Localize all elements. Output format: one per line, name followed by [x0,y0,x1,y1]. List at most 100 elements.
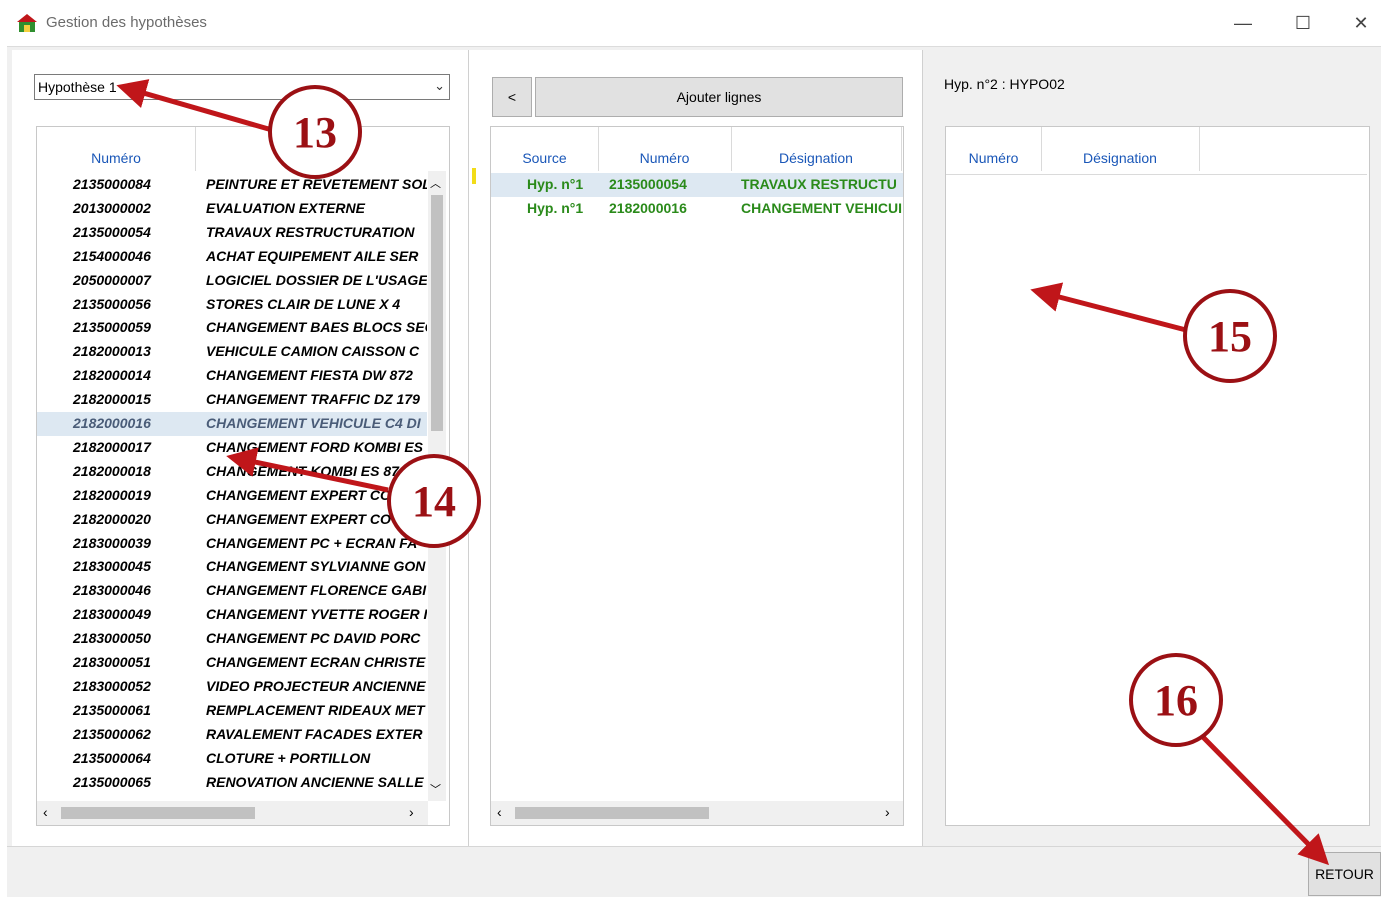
cell-designation: LOGICIEL DOSSIER DE L'USAGE [206,271,427,288]
column-header-designation[interactable]: Désignation [1041,127,1200,171]
scroll-thumb[interactable] [431,195,443,431]
table-row[interactable]: 2182000018 CHANGEMENT KOMBI ES 87 [37,460,427,484]
scroll-right-icon[interactable]: › [885,804,890,820]
cell-designation: CHANGEMENT TRAFFIC DZ 179 [206,391,420,408]
table-row[interactable]: 2050000007 LOGICIEL DOSSIER DE L'USAGE [37,269,427,293]
hypothesis-heading: Hyp. n°2 : HYPO02 [944,76,1065,92]
cell-numero: 2135000064 [73,749,151,766]
table-row[interactable]: 2183000046 CHANGEMENT FLORENCE GABI [37,579,427,603]
table-row[interactable]: 2013000002 EVALUATION EXTERNE [37,197,427,221]
chevron-down-icon[interactable]: ⌄ [434,78,445,94]
cell-numero: 2182000014 [73,367,151,384]
cell-numero: 2135000065 [73,773,151,790]
horizontal-scrollbar[interactable]: ‹ › [37,801,428,825]
cell-designation: CHANGEMENT SYLVIANNE GON [206,558,426,575]
table-row[interactable]: 2182000016 CHANGEMENT VEHICULE C4 DI [37,412,427,436]
cell-designation: RAVALEMENT FACADES EXTER [206,725,423,742]
close-button[interactable]: ✕ [1341,8,1381,38]
cell-designation: CHANGEMENT EXPERT CO [206,510,391,527]
h-scroll-thumb[interactable] [61,807,255,819]
column-header-numero[interactable]: Numéro [946,127,1042,171]
cell-numero: 2135000054 [73,223,151,240]
header-divider [946,174,1367,175]
table-row[interactable]: 2182000017 CHANGEMENT FORD KOMBI ES [37,436,427,460]
scroll-down-icon[interactable]: ﹀ [430,781,441,797]
hypothesis-select[interactable]: Hypothèse 1 ⌄ [34,74,450,100]
table-row[interactable]: 2135000064 CLOTURE + PORTILLON [37,747,427,771]
cell-numero: 2135000059 [73,319,151,336]
cell-numero: 2182000016 [609,200,687,216]
table-row[interactable]: 2135000056 STORES CLAIR DE LUNE X 4 [37,293,427,317]
table-row[interactable]: 2182000020 CHANGEMENT EXPERT CO [37,508,427,532]
cell-designation: CHANGEMENT VEHICUI [741,200,903,216]
table-row[interactable]: 2183000050 CHANGEMENT PC DAVID PORC [37,627,427,651]
retour-button[interactable]: RETOUR [1308,852,1381,896]
table-row[interactable]: 2135000084 PEINTURE ET REVETEMENT SOL [37,173,427,197]
table-row[interactable]: 2182000014 CHANGEMENT FIESTA DW 872 [37,364,427,388]
maximize-button[interactable]: ☐ [1283,8,1323,38]
scroll-up-icon[interactable]: ︿ [430,175,441,191]
table-row[interactable]: 2183000039 CHANGEMENT PC + ECRAN FA [37,532,427,556]
table-row[interactable]: 2135000061 REMPLACEMENT RIDEAUX MET [37,699,427,723]
column-header-source[interactable]: Source [491,127,599,171]
table-row[interactable]: 2183000045 CHANGEMENT SYLVIANNE GON [37,555,427,579]
cell-designation: VIDEO PROJECTEUR ANCIENNE [206,677,426,694]
cell-numero: 2183000039 [73,534,151,551]
middle-grid: Source Numéro Désignation Hyp. n°1 213500… [490,126,904,826]
cell-numero: 2183000051 [73,654,151,670]
right-grid: Numéro Désignation [945,126,1370,826]
cell-designation: CHANGEMENT FIESTA DW 872 [206,367,413,384]
column-header-designation[interactable]: Désignation [731,127,902,171]
cell-numero: 2154000046 [73,247,151,264]
cell-designation: VEHICULE CAMION CAISSON C [206,343,420,360]
table-row[interactable]: 2135000054 TRAVAUX RESTRUCTURATION [37,221,427,245]
table-row[interactable]: 2183000051 CHANGEMENT ECRAN CHRISTE [37,651,427,675]
cell-numero: 2135000062 [73,725,151,742]
footer-divider [7,846,1381,847]
table-row[interactable]: 2182000019 CHANGEMENT EXPERT CO [37,484,427,508]
table-row[interactable]: 2182000013 VEHICULE CAMION CAISSON C [37,340,427,364]
column-header-numero[interactable]: Numéro [37,127,196,171]
table-row[interactable]: 2183000049 CHANGEMENT YVETTE ROGER I [37,603,427,627]
left-grid: Numéro 2135000084 PEINTURE ET REVETEMENT … [36,126,450,826]
cell-designation: CHANGEMENT KOMBI ES 87 [206,462,399,479]
scroll-right-icon[interactable]: › [409,804,414,820]
column-header-designation[interactable] [195,127,447,171]
table-row[interactable]: 2183000052 VIDEO PROJECTEUR ANCIENNE [37,675,427,699]
cell-numero: 2135000056 [73,295,151,312]
table-row[interactable]: 2135000065 RENOVATION ANCIENNE SALLE [37,771,427,795]
cell-numero: 2182000016 [73,415,151,431]
table-row[interactable]: 2135000062 RAVALEMENT FACADES EXTER [37,723,427,747]
cell-source: Hyp. n°1 [527,176,584,192]
cell-designation: CHANGEMENT FLORENCE GABI [206,582,427,599]
table-row[interactable]: 2182000015 CHANGEMENT TRAFFIC DZ 179 [37,388,427,412]
horizontal-scrollbar[interactable]: ‹ › [491,801,903,825]
title-bar [0,0,1381,46]
table-row[interactable]: Hyp. n°1 2182000016 CHANGEMENT VEHICUI [491,197,903,221]
scroll-left-icon[interactable]: ‹ [43,804,48,820]
table-row[interactable]: Hyp. n°1 2135000054 TRAVAUX RESTRUCTU [491,173,903,197]
cell-numero: 2182000017 [73,438,151,455]
add-lines-button[interactable]: Ajouter lignes [535,77,903,117]
cell-designation: CHANGEMENT PC DAVID PORC [206,630,421,647]
scroll-left-icon[interactable]: ‹ [497,804,502,820]
cell-designation: EVALUATION EXTERNE [206,199,365,216]
back-button[interactable]: < [492,77,532,117]
cell-designation: CLOTURE + PORTILLON [206,749,371,766]
table-row[interactable]: 2154000046 ACHAT EQUIPEMENT AILE SER [37,245,427,269]
table-row[interactable]: 2135000059 CHANGEMENT BAES BLOCS SEC [37,316,427,340]
cell-numero: 2182000020 [73,510,151,527]
cell-numero: 2182000019 [73,486,151,503]
cell-numero: 2135000054 [609,176,687,192]
minimize-button[interactable]: — [1223,8,1263,38]
cell-designation: CHANGEMENT BAES BLOCS SEC [206,319,427,336]
cell-numero: 2183000049 [73,606,151,623]
vertical-scrollbar[interactable]: ︿ ﹀ [428,171,446,801]
cell-designation: CHANGEMENT EXPERT CO [206,486,391,503]
column-header-numero[interactable]: Numéro [598,127,732,171]
cell-numero: 2135000084 [73,176,151,192]
cell-numero: 2183000045 [73,558,151,575]
cell-numero: 2050000007 [73,271,151,288]
h-scroll-thumb[interactable] [515,807,709,819]
cell-numero: 2182000013 [73,343,151,360]
